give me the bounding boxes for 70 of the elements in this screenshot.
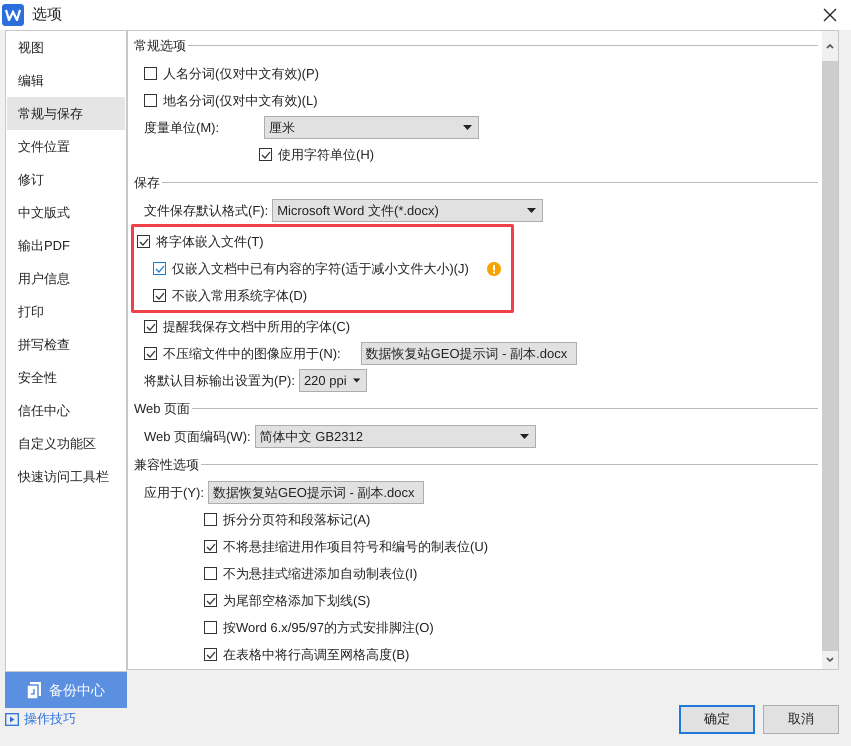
checkbox[interactable] — [153, 262, 166, 275]
dropdown-caret-icon — [463, 125, 472, 130]
option-label: 按Word 6.x/95/97的方式安排脚注(O) — [223, 618, 434, 637]
scroll-down-icon[interactable] — [826, 657, 834, 663]
checkbox[interactable] — [144, 320, 157, 333]
option-label: 在表格中将行高调至网格高度(B) — [223, 646, 410, 664]
sidebar-item[interactable]: 修订 — [7, 163, 125, 196]
section-title: Web 页面 — [134, 400, 190, 418]
scroll-up-icon[interactable] — [826, 43, 834, 49]
dropdown[interactable]: 220 ppi — [298, 369, 367, 392]
sidebar-item[interactable]: 用户信息 — [7, 262, 125, 295]
option-label: 拆分分页符和段落标记(A) — [223, 510, 370, 529]
option-label: 为尾部空格添加下划线(S) — [223, 592, 370, 610]
checkbox[interactable] — [144, 67, 157, 80]
option-label: 不为悬挂式缩进添加自动制表位(I) — [223, 564, 418, 583]
window-title: 选项 — [32, 4, 62, 25]
tips-link[interactable]: 操作技巧 — [5, 709, 76, 729]
dropdown[interactable]: 简体中文 GB2312 — [254, 425, 536, 448]
option-label: 将默认目标输出设置为(P): — [144, 372, 295, 390]
option-label: Web 页面编码(W): — [144, 428, 251, 446]
checkbox[interactable] — [204, 594, 217, 607]
dialog-button[interactable]: 取消 — [763, 704, 839, 734]
checkbox[interactable] — [204, 648, 217, 661]
option-label: 不嵌入常用系统字体(D) — [172, 286, 308, 305]
section-title: 保存 — [134, 174, 160, 192]
checkbox[interactable] — [204, 567, 217, 580]
dialog-button[interactable]: 确定 — [679, 704, 755, 734]
sidebar-item[interactable]: 打印 — [7, 295, 125, 328]
sidebar-item[interactable]: 中文版式 — [7, 196, 125, 229]
sidebar-item[interactable]: 拼写检查 — [7, 328, 125, 361]
option-label: 应用于(Y): — [144, 484, 204, 502]
dropdown[interactable]: 数据恢复站GEO提示词 - 副本.docx — [208, 481, 424, 504]
sidebar-item[interactable]: 快速访问工具栏 — [7, 460, 125, 493]
option-label: 度量单位(M): — [144, 118, 220, 137]
sidebar-item[interactable]: 文件位置 — [7, 130, 125, 163]
option-label: 提醒我保存文档中所用的字体(C) — [163, 318, 350, 336]
document-icon — [27, 682, 41, 698]
close-icon[interactable] — [823, 8, 837, 22]
section-title: 兼容性选项 — [134, 456, 199, 474]
checkbox[interactable] — [144, 347, 157, 360]
dropdown[interactable]: 数据恢复站GEO提示词 - 副本.docx — [360, 342, 577, 365]
checkbox[interactable] — [153, 289, 166, 302]
dropdown[interactable]: 厘米 — [264, 116, 479, 139]
dropdown-caret-icon — [527, 208, 536, 213]
play-icon — [5, 712, 19, 726]
option-label: 文件保存默认格式(F): — [144, 202, 268, 220]
checkbox[interactable] — [204, 540, 217, 553]
option-label: 不压缩文件中的图像应用于(N): — [163, 344, 341, 363]
sidebar-item[interactable]: 编辑 — [7, 64, 125, 97]
sidebar-item[interactable]: 视图 — [7, 31, 125, 64]
sidebar-item[interactable]: 输出PDF — [7, 229, 125, 262]
option-label: 使用字符单位(H) — [278, 146, 374, 164]
option-label: 将字体嵌入文件(T) — [156, 232, 264, 251]
section-title: 常规选项 — [134, 36, 186, 55]
sidebar-item[interactable]: 自定义功能区 — [7, 427, 125, 460]
dropdown-caret-icon — [520, 434, 529, 439]
checkbox[interactable] — [259, 148, 272, 161]
dropdown-caret-icon — [352, 378, 360, 383]
option-label: 不将悬挂缩进用作项目符号和编号的制表位(U) — [223, 538, 488, 556]
sidebar-item[interactable]: 常规与保存 — [7, 97, 125, 130]
checkbox[interactable] — [144, 94, 157, 107]
checkbox[interactable] — [137, 235, 150, 248]
sidebar-item[interactable]: 信任中心 — [7, 394, 125, 427]
checkbox[interactable] — [204, 621, 217, 634]
sidebar-item[interactable]: 安全性 — [7, 361, 125, 394]
option-label: 人名分词(仅对中文有效)(P) — [163, 64, 319, 83]
option-label: 仅嵌入文档中已有内容的字符(适于减小文件大小)(J) — [172, 260, 469, 278]
option-label: 地名分词(仅对中文有效)(L) — [163, 92, 318, 110]
dropdown[interactable]: Microsoft Word 文件(*.docx) — [272, 199, 544, 222]
checkbox[interactable] — [204, 513, 217, 526]
